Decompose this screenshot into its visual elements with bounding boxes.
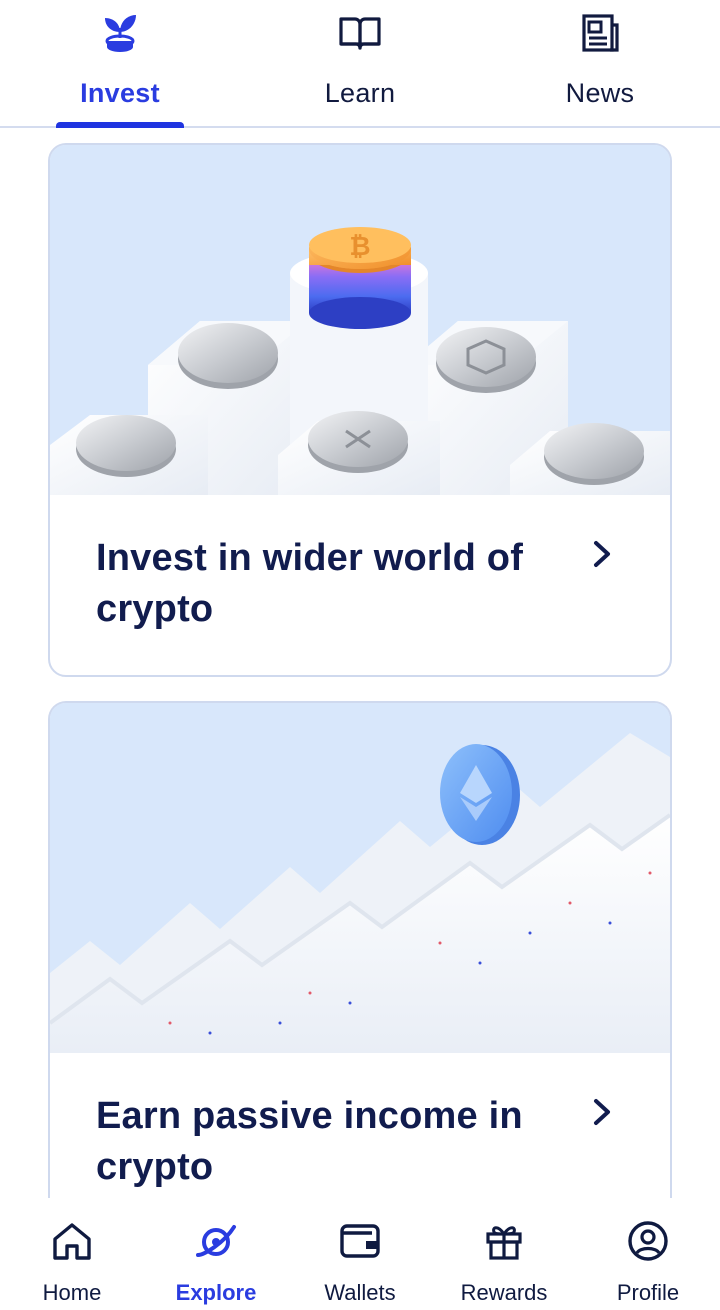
chevron-right-icon: [590, 539, 614, 569]
wallet-icon: [338, 1220, 382, 1262]
gift-icon: [482, 1220, 526, 1262]
top-tab-bar: Invest Learn News: [0, 0, 720, 128]
profile-icon: [626, 1220, 670, 1262]
tab-learn[interactable]: Learn: [240, 0, 480, 126]
tab-label: News: [565, 78, 635, 108]
open-book-icon: [338, 10, 382, 56]
tab-news[interactable]: News: [480, 0, 720, 126]
explore-icon: [194, 1220, 238, 1262]
coins-on-pedestals-illustration: ₿: [50, 145, 670, 495]
chevron-right-icon: [590, 1097, 614, 1127]
active-tab-indicator: [56, 122, 184, 128]
nav-home[interactable]: Home: [0, 1198, 144, 1310]
sprout-coin-icon: [98, 10, 142, 56]
nav-profile[interactable]: Profile: [576, 1198, 720, 1310]
nav-wallets[interactable]: Wallets: [288, 1198, 432, 1310]
nav-label: Home: [42, 1280, 102, 1305]
tab-invest[interactable]: Invest: [0, 0, 240, 128]
card-title: Earn passive income in crypto: [96, 1095, 523, 1188]
svg-text:₿: ₿: [349, 231, 370, 261]
nav-label: Wallets: [324, 1280, 396, 1305]
invest-crypto-card[interactable]: ₿ Invest in wider world of crypto: [48, 143, 672, 677]
tab-label: Invest: [80, 78, 160, 108]
card-title: Invest in wider world of crypto: [96, 537, 524, 630]
bottom-navigation-bar: Home Explore Wallets Rewards Profile: [0, 1198, 720, 1310]
newspaper-icon: [578, 10, 622, 56]
nav-rewards[interactable]: Rewards: [432, 1198, 576, 1310]
nav-explore[interactable]: Explore: [144, 1198, 288, 1310]
nav-label: Profile: [616, 1280, 680, 1305]
ethereum-coin-on-zigzag-illustration: [50, 703, 670, 1053]
earn-passive-income-card[interactable]: Earn passive income in crypto: [48, 701, 672, 1221]
tab-label: Learn: [324, 78, 396, 108]
nav-label: Explore: [175, 1280, 257, 1305]
home-icon: [50, 1220, 94, 1262]
nav-label: Rewards: [460, 1280, 548, 1305]
